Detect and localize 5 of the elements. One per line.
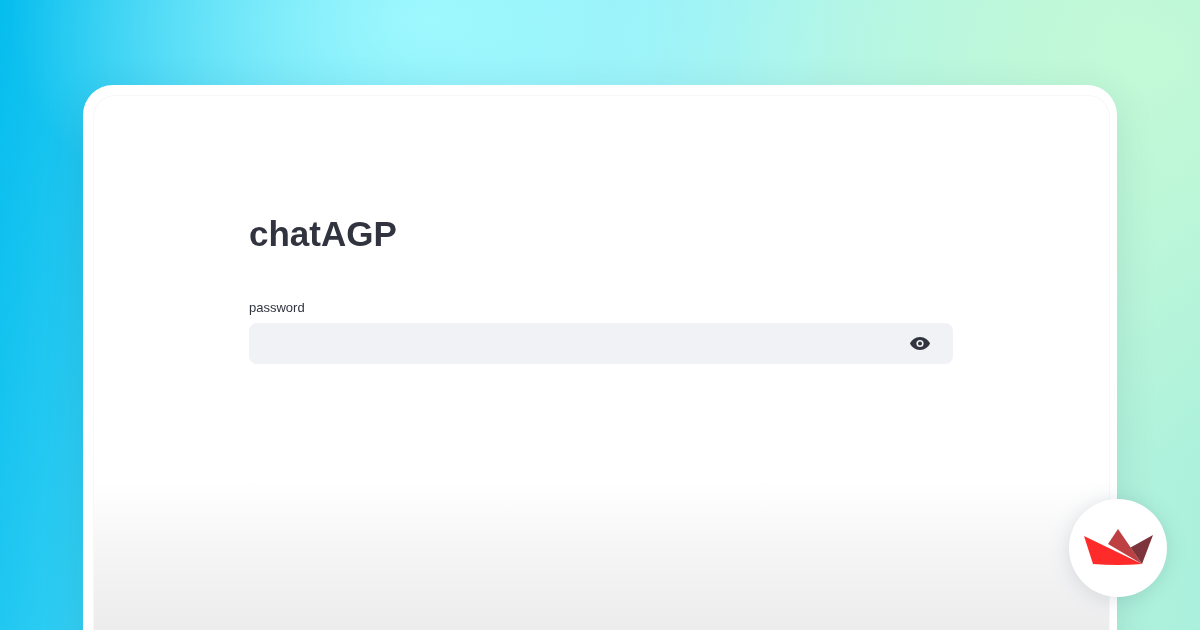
eye-icon[interactable] xyxy=(910,337,930,350)
app-title: chatAGP xyxy=(249,213,397,255)
field-label: password xyxy=(249,300,305,316)
boat-logo-icon[interactable] xyxy=(1069,499,1167,597)
password-field[interactable] xyxy=(249,323,953,364)
